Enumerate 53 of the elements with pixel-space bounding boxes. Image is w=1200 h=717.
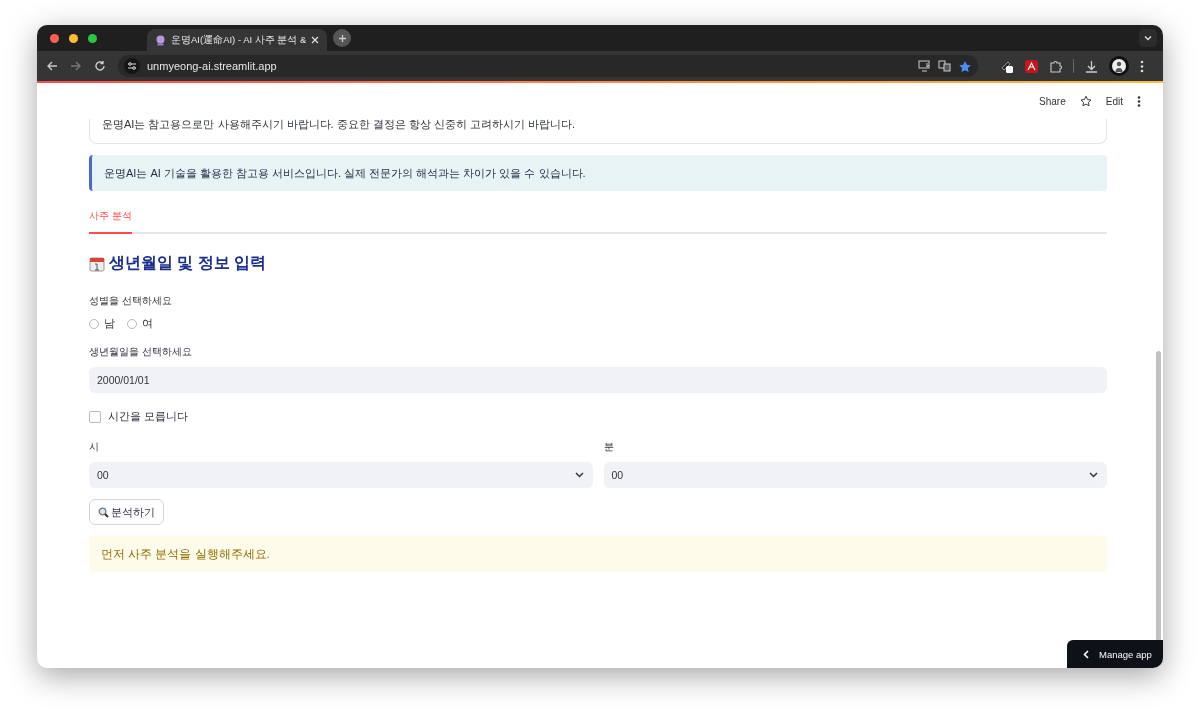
radio-button[interactable] (89, 318, 99, 329)
tab-list-button[interactable] (1139, 29, 1157, 47)
plus-icon (337, 33, 347, 43)
profile-avatar[interactable] (1109, 56, 1129, 76)
minimize-window-icon[interactable] (69, 33, 78, 43)
new-tab-button[interactable] (333, 29, 352, 47)
reload-icon[interactable] (94, 60, 106, 72)
zoom-window-icon[interactable] (88, 33, 97, 43)
manage-app-button[interactable]: Manage app (1067, 640, 1163, 668)
back-icon[interactable] (46, 60, 58, 72)
radio-label[interactable]: 여 (142, 316, 153, 331)
field-label: 생년월일을 선택하세요 (89, 346, 193, 359)
radio-label[interactable]: 남 (104, 316, 115, 331)
section-heading: 생년월일 및 정보 입력 (109, 253, 267, 273)
edit-link[interactable]: Edit (1105, 95, 1123, 107)
field-label: 분 (603, 441, 615, 454)
select-field[interactable]: 00 (89, 462, 593, 488)
field-label: 성별을 선택하세요 (89, 295, 173, 308)
chevron-down-icon (574, 472, 584, 478)
checkbox[interactable] (89, 410, 101, 423)
tab-title: 운명AI(運命AI) - AI 사주 분석 & (171, 33, 307, 47)
chevron-down-icon (1089, 472, 1098, 478)
field-label: 시 (89, 441, 100, 454)
search-icon (98, 506, 109, 518)
pen-extension-icon[interactable] (1000, 59, 1014, 73)
more-menu-icon[interactable] (1137, 95, 1141, 107)
browser-tab[interactable]: 운명AI(運命AI) - AI 사주 분석 & (147, 29, 328, 51)
warning-alert: 먼저 사주 분석을 실행해주세요. (89, 536, 1107, 572)
bookmark-star-icon[interactable] (958, 59, 972, 73)
close-window-icon[interactable] (50, 33, 59, 43)
info-alert: 운명AI는 AI 기술을 활용한 참고용 서비스입니다. 실제 전문가의 해석과는 차이가 있을 수 있습니다. (89, 155, 1107, 191)
calendar-icon (89, 255, 105, 272)
analyze-button[interactable]: 분석하기 (89, 499, 164, 525)
download-icon[interactable] (1085, 59, 1098, 73)
close-icon[interactable] (311, 36, 320, 44)
star-icon[interactable] (1079, 95, 1092, 107)
pdf-icon[interactable] (1025, 59, 1038, 73)
radio-button[interactable] (127, 318, 137, 329)
site-settings-icon[interactable] (124, 58, 140, 74)
chevron-down-icon (1144, 35, 1152, 41)
chevron-left-icon (1083, 649, 1089, 659)
share-link[interactable]: Share (1039, 95, 1066, 107)
translate-icon[interactable] (938, 60, 951, 72)
url-text: unmyeong-ai.streamlit.app (147, 60, 278, 72)
puzzle-icon[interactable] (1049, 59, 1062, 73)
select-field[interactable]: 00 (603, 462, 1107, 488)
checkbox-label[interactable]: 시간을 모릅니다 (108, 409, 189, 424)
forward-icon[interactable] (70, 60, 82, 72)
menu-icon[interactable] (1140, 59, 1144, 73)
address-bar[interactable]: unmyeong-ai.streamlit.app (118, 55, 978, 77)
date-field[interactable]: 2000/01/01 (89, 367, 1107, 393)
install-app-icon[interactable] (918, 60, 931, 72)
crystal-ball-icon (155, 34, 166, 46)
